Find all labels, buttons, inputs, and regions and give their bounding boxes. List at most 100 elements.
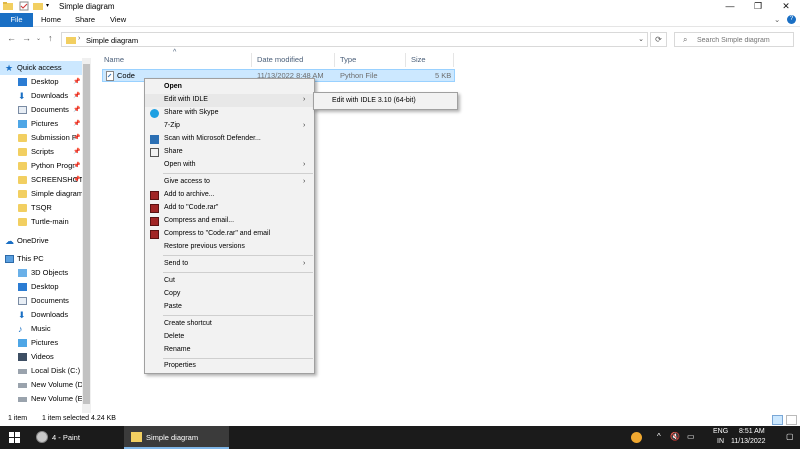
menu-create-shortcut[interactable]: Create shortcut: [145, 318, 314, 331]
menu-share[interactable]: Share: [145, 146, 314, 159]
customize-toolbar-icon[interactable]: ▾: [46, 2, 56, 12]
column-name-header[interactable]: Name: [104, 55, 124, 64]
menu-share-with-skype[interactable]: Share with Skype: [145, 107, 314, 120]
nav-item-new-volume-d[interactable]: New Volume (D:: [0, 378, 82, 392]
back-icon[interactable]: ←: [7, 33, 16, 43]
properties-icon[interactable]: [19, 1, 29, 11]
menu-compress-rar-email[interactable]: Compress to "Code.rar" and email: [145, 228, 314, 241]
minimize-button[interactable]: —: [716, 0, 744, 13]
menu-send-to[interactable]: Send to ›: [145, 258, 314, 271]
pin-icon: 📌: [73, 121, 81, 127]
search-input[interactable]: [697, 35, 791, 45]
menu-open-with[interactable]: Open with ›: [145, 159, 314, 172]
menu-give-access[interactable]: Give access to ›: [145, 176, 314, 189]
menu-7zip[interactable]: 7-Zip ›: [145, 120, 314, 133]
menu-compress-email[interactable]: Compress and email...: [145, 215, 314, 228]
menu-edit-idle-310[interactable]: Edit with IDLE 3.10 (64-bit): [332, 97, 416, 104]
nav-item-downloads[interactable]: ⬇ Downloads 📌: [0, 89, 82, 103]
nav-item-documents[interactable]: Documents 📌: [0, 103, 82, 117]
search-box[interactable]: ⌕: [674, 32, 794, 47]
scrollbar-thumb[interactable]: [83, 64, 90, 404]
nav-onedrive[interactable]: ☁ OneDrive: [0, 234, 82, 248]
column-size-header[interactable]: Size: [411, 55, 426, 64]
download-icon: ⬇: [18, 91, 26, 101]
nav-item-3d-objects[interactable]: 3D Objects: [0, 266, 82, 280]
nav-item-music[interactable]: ♪ Music: [0, 322, 82, 336]
forward-icon[interactable]: →: [22, 33, 31, 43]
details-view-icon[interactable]: [772, 415, 783, 425]
column-type-header[interactable]: Type: [340, 55, 356, 64]
up-icon[interactable]: ↑: [48, 33, 53, 43]
menu-edit-with-idle[interactable]: Edit with IDLE ›: [145, 94, 314, 107]
menu-rename[interactable]: Rename: [145, 344, 314, 357]
menu-cut[interactable]: Cut: [145, 275, 314, 288]
weather-icon[interactable]: [631, 432, 642, 443]
notifications-icon[interactable]: ▢: [786, 432, 794, 441]
nav-item-pictures[interactable]: Pictures 📌: [0, 117, 82, 131]
menu-paste[interactable]: Paste: [145, 301, 314, 314]
menu-scan-defender[interactable]: Scan with Microsoft Defender...: [145, 133, 314, 146]
status-bar: 1 item 1 item selected 4.24 KB: [0, 413, 800, 426]
nav-item-local-disk-c[interactable]: Local Disk (C:): [0, 364, 82, 378]
menu-delete[interactable]: Delete: [145, 331, 314, 344]
nav-scrollbar[interactable]: [82, 58, 91, 413]
network-icon[interactable]: ▭: [687, 432, 695, 441]
nav-item-scripts[interactable]: Scripts 📌: [0, 145, 82, 159]
nav-this-pc[interactable]: This PC: [0, 252, 82, 266]
menu-properties[interactable]: Properties: [145, 360, 314, 373]
nav-item-desktop[interactable]: Desktop 📌: [0, 75, 82, 89]
chevron-down-icon[interactable]: ⌄: [638, 35, 644, 43]
nav-item-python-progr[interactable]: Python Progr 📌: [0, 159, 82, 173]
menu-copy[interactable]: Copy: [145, 288, 314, 301]
nav-item-pc-documents[interactable]: Documents: [0, 294, 82, 308]
recent-locations-icon[interactable]: ⌄: [36, 35, 41, 42]
nav-item-pc-desktop[interactable]: Desktop: [0, 280, 82, 294]
tab-home[interactable]: Home: [41, 13, 61, 27]
file-name: Code: [117, 71, 135, 80]
pin-icon: 📌: [73, 79, 81, 85]
pin-icon: 📌: [73, 93, 81, 99]
winrar-icon: [150, 191, 159, 200]
nav-quick-access[interactable]: ★ Quick access: [0, 61, 82, 75]
nav-item-screenshot[interactable]: SCREENSHOT 📌: [0, 173, 82, 187]
language-indicator[interactable]: ENG: [713, 428, 728, 435]
clock-time[interactable]: 8:51 AM: [739, 428, 765, 435]
address-bar[interactable]: › Simple diagram ⌄: [61, 32, 648, 47]
show-hidden-icons[interactable]: ^: [657, 432, 661, 441]
search-icon: ⌕: [683, 35, 688, 44]
nav-item-tsqr[interactable]: TSQR: [0, 201, 82, 215]
windows-start-icon[interactable]: [9, 432, 20, 443]
pictures-icon: [18, 120, 27, 128]
menu-restore-previous[interactable]: Restore previous versions: [145, 241, 314, 254]
nav-item-new-volume-e[interactable]: New Volume (E:): [0, 392, 82, 406]
pictures-icon: [18, 339, 27, 347]
large-icons-view-icon[interactable]: [786, 415, 797, 425]
tab-file[interactable]: File: [0, 13, 33, 27]
expand-ribbon-icon[interactable]: ⌄: [774, 13, 780, 27]
region-indicator[interactable]: IN: [717, 438, 724, 445]
new-folder-icon[interactable]: [33, 1, 43, 11]
menu-add-to-archive[interactable]: Add to archive...: [145, 189, 314, 202]
nav-item-pc-downloads[interactable]: ⬇ Downloads: [0, 308, 82, 322]
winrar-icon: [150, 204, 159, 213]
nav-item-pc-pictures[interactable]: Pictures: [0, 336, 82, 350]
clock-date[interactable]: 11/13/2022: [731, 438, 766, 445]
menu-add-to-rar[interactable]: Add to "Code.rar": [145, 202, 314, 215]
column-date-header[interactable]: Date modified: [257, 55, 303, 64]
nav-item-submission[interactable]: Submission P 📌: [0, 131, 82, 145]
help-icon[interactable]: ?: [787, 15, 796, 24]
menu-open[interactable]: Open: [145, 81, 314, 94]
nav-item-turtle-main[interactable]: Turtle-main: [0, 215, 82, 229]
nav-item-simple-diagram[interactable]: Simple diagram: [0, 187, 82, 201]
taskbar-explorer[interactable]: Simple diagram: [124, 426, 229, 449]
nav-item-videos[interactable]: Videos: [0, 350, 82, 364]
tab-share[interactable]: Share: [75, 13, 95, 27]
refresh-button[interactable]: ⟳: [650, 32, 667, 47]
maximize-button[interactable]: ❐: [744, 0, 772, 13]
tab-view[interactable]: View: [110, 13, 126, 27]
close-button[interactable]: ✕: [772, 0, 800, 13]
volume-icon[interactable]: 🔇: [670, 432, 680, 441]
taskbar-paint[interactable]: 4 - Paint: [30, 426, 122, 449]
address-row: ← → ⌄ ↑ › Simple diagram ⌄ ⟳ ⌕: [0, 28, 800, 51]
breadcrumb[interactable]: Simple diagram: [86, 36, 138, 45]
